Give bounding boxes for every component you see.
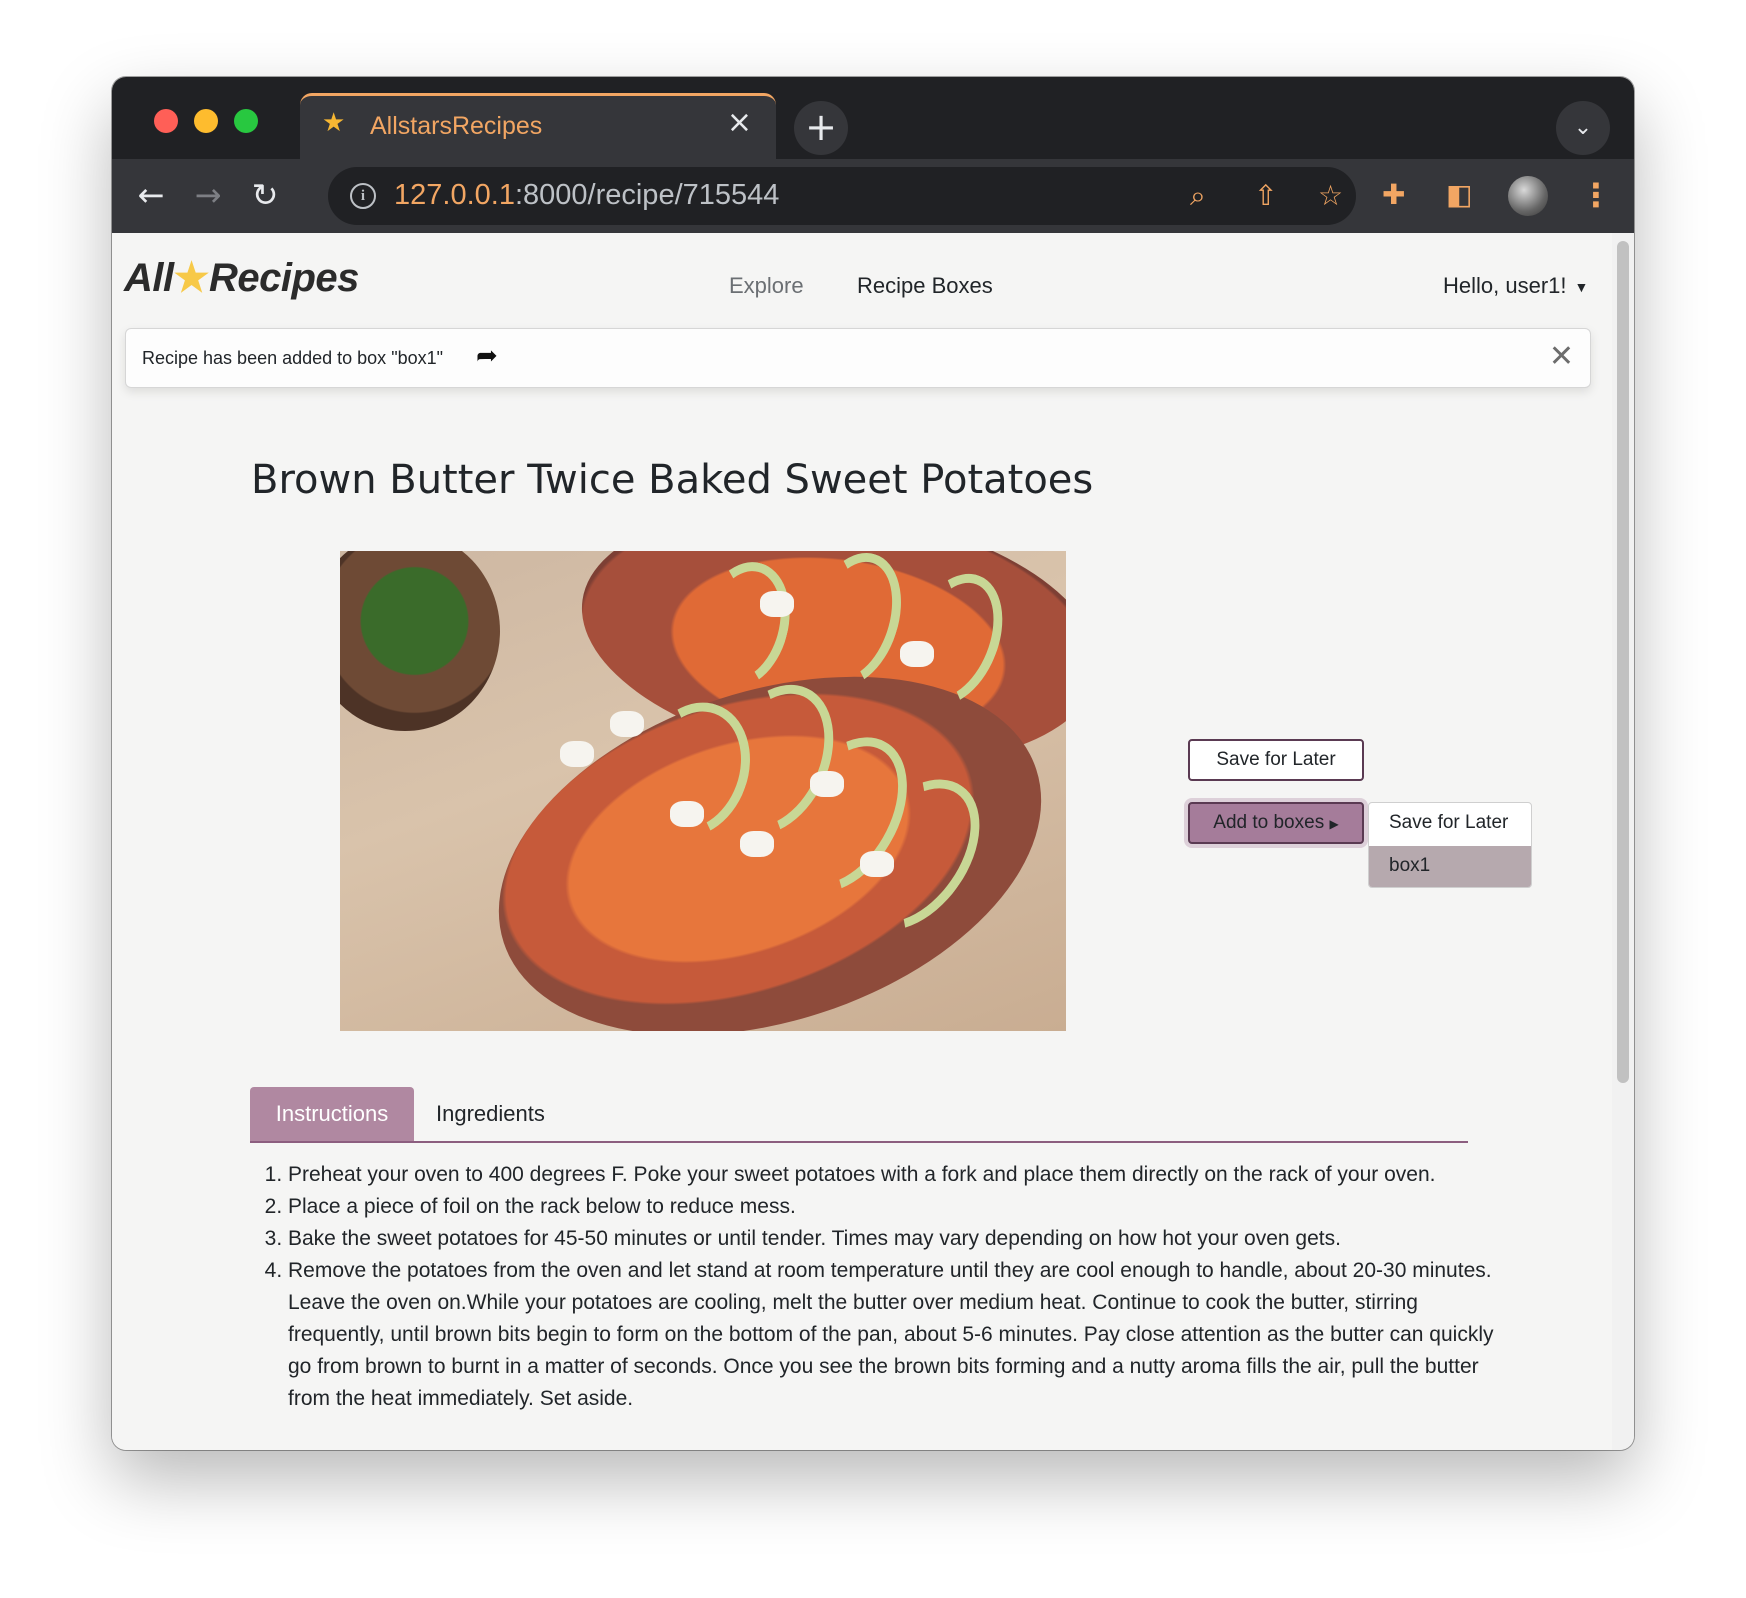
zoom-icon[interactable]: ⌕ <box>1190 177 1206 215</box>
share-arrow-icon[interactable]: ➦ <box>476 341 498 371</box>
forward-arrow-icon[interactable]: → <box>186 173 230 217</box>
tab-title: AllstarsRecipes <box>370 112 543 140</box>
tab-ingredients[interactable]: Ingredients <box>436 1087 545 1141</box>
close-window-button[interactable] <box>154 109 178 133</box>
add-to-boxes-button[interactable]: Add to boxes ▶ <box>1188 802 1364 844</box>
page-scrollbar[interactable] <box>1612 233 1634 1450</box>
cheese-crumble <box>810 771 844 797</box>
cheese-crumble <box>670 801 704 827</box>
site-logo[interactable]: All★Recipes <box>124 255 359 301</box>
herb-bowl <box>340 551 500 731</box>
cheese-crumble <box>610 711 644 737</box>
page-viewport: All★Recipes Explore Recipe Boxes Hello, … <box>112 233 1612 1450</box>
alert-message: Recipe has been added to box "box1" <box>142 348 443 368</box>
back-arrow-icon[interactable]: ← <box>129 173 173 217</box>
notification-alert: Recipe has been added to box "box1" ➦ ✕ <box>125 328 1591 388</box>
url-text[interactable]: 127.0.0.1:8000/recipe/715544 <box>394 179 779 212</box>
recipe-tabs: Instructions Ingredients <box>250 1087 1468 1143</box>
share-icon[interactable]: ⇧ <box>1254 177 1277 215</box>
side-panel-icon[interactable]: ◧ <box>1446 173 1472 217</box>
close-alert-icon[interactable]: ✕ <box>1549 341 1574 373</box>
browser-toolbar: ← → ↻ i 127.0.0.1:8000/recipe/715544 ⌕ ⇧… <box>112 159 1634 233</box>
instruction-step: Bake the sweet potatoes for 45-50 minute… <box>288 1223 1508 1255</box>
cheese-crumble <box>900 641 934 667</box>
profile-avatar[interactable] <box>1508 176 1548 216</box>
site-info-icon[interactable]: i <box>350 183 376 209</box>
recipe-title: Brown Butter Twice Baked Sweet Potatoes <box>251 457 1094 503</box>
instruction-list: Preheat your oven to 400 degrees F. Poke… <box>250 1159 1508 1415</box>
browser-menu-icon[interactable]: ⋮ <box>1580 173 1612 217</box>
recipe-image <box>340 551 1066 1031</box>
nav-recipe-boxes[interactable]: Recipe Boxes <box>857 273 993 299</box>
nav-explore[interactable]: Explore <box>729 273 804 299</box>
logo-star-icon: ★ <box>173 256 210 300</box>
minimize-window-button[interactable] <box>194 109 218 133</box>
zoom-window-button[interactable] <box>234 109 258 133</box>
cheese-crumble <box>860 851 894 877</box>
logo-text-all: All <box>124 256 174 300</box>
add-to-boxes-label: Add to boxes <box>1213 812 1325 833</box>
caret-right-icon: ▶ <box>1329 817 1339 831</box>
star-favicon-icon: ★ <box>322 108 346 138</box>
cheese-crumble <box>560 741 594 767</box>
browser-titlebar: ★ AllstarsRecipes × + ⌄ <box>112 77 1634 159</box>
browser-window: ★ AllstarsRecipes × + ⌄ ← → ↻ i 127.0.0.… <box>112 77 1634 1450</box>
instruction-step: Place a piece of foil on the rack below … <box>288 1191 1508 1223</box>
instruction-step: Preheat your oven to 400 degrees F. Poke… <box>288 1159 1508 1191</box>
submenu-item-box1[interactable]: box1 <box>1369 846 1531 887</box>
submenu-item-save-for-later[interactable]: Save for Later <box>1369 803 1531 845</box>
cheese-crumble <box>740 831 774 857</box>
tab-search-chevron-icon[interactable]: ⌄ <box>1556 101 1610 155</box>
cheese-crumble <box>760 591 794 617</box>
close-tab-icon[interactable]: × <box>727 108 752 138</box>
user-menu[interactable]: Hello, user1! ▼ <box>1443 273 1588 299</box>
reload-icon[interactable]: ↻ <box>243 173 287 217</box>
save-for-later-button[interactable]: Save for Later <box>1188 739 1364 781</box>
new-tab-button[interactable]: + <box>794 101 848 155</box>
browser-tab[interactable]: ★ AllstarsRecipes × <box>300 93 776 159</box>
box-submenu: Save for Later box1 <box>1368 802 1532 888</box>
address-bar[interactable]: i 127.0.0.1:8000/recipe/715544 ⌕ ⇧ ☆ <box>328 167 1356 225</box>
logo-text-recipes: Recipes <box>208 256 359 300</box>
extensions-puzzle-icon[interactable]: ✚ <box>1382 173 1405 217</box>
scrollbar-thumb[interactable] <box>1617 241 1629 1083</box>
user-greeting: Hello, user1! <box>1443 273 1567 298</box>
instruction-step: Remove the potatoes from the oven and le… <box>288 1255 1508 1415</box>
tab-instructions[interactable]: Instructions <box>250 1087 414 1141</box>
caret-down-icon: ▼ <box>1574 279 1589 296</box>
bookmark-star-icon[interactable]: ☆ <box>1318 177 1343 215</box>
